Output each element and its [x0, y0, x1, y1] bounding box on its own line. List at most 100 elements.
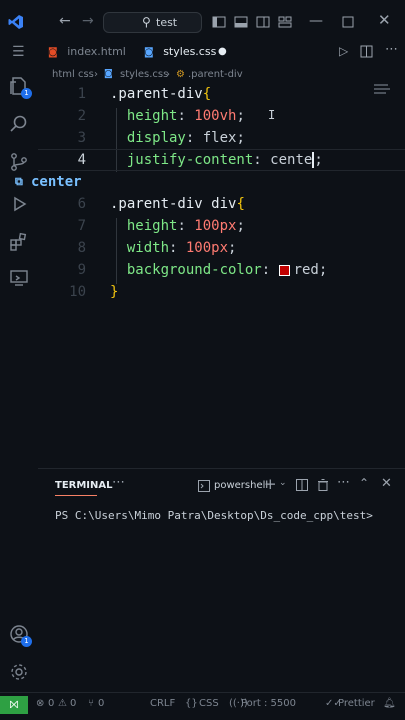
editor-tabs: ◙ index.html ◙ styles.css ● ▷ ⋯ [38, 38, 405, 65]
toggle-sidebar-icon[interactable] [212, 15, 226, 29]
back-arrow-icon[interactable]: ← [59, 14, 71, 28]
html-file-icon: ◙ [48, 47, 58, 58]
chevron-down-icon[interactable]: ⌄ [279, 478, 287, 488]
vscode-logo-icon [8, 15, 23, 29]
code-line-2: height: 100vh; [126, 108, 245, 124]
errors-icon[interactable]: ⊗ [36, 698, 44, 709]
tab-styles-css[interactable]: ◙ styles.css ● [144, 38, 264, 65]
terminal-prompt[interactable]: PS C:\Users\Mimo Patra\Desktop\Ds_code_c… [55, 509, 373, 522]
live-server-port[interactable]: Port : 5500 [241, 698, 296, 709]
toggle-secondary-sidebar-icon[interactable] [256, 15, 270, 29]
chevron-right-icon: › [94, 69, 98, 80]
minimap[interactable] [374, 84, 394, 94]
braces-icon[interactable]: {} [185, 698, 198, 709]
run-debug-icon[interactable] [9, 194, 29, 214]
customize-layout-icon[interactable] [278, 15, 292, 29]
more-icon[interactable]: ⋯ [112, 475, 125, 490]
line-number: 4 [77, 152, 86, 168]
css-file-icon: ◙ [144, 47, 154, 58]
search-icon: ⚲ [142, 15, 151, 29]
code-line-9: background-color: red; [126, 262, 328, 278]
line-number: 8 [77, 240, 86, 256]
run-icon[interactable]: ▷ [339, 44, 348, 58]
open-brace: { [236, 196, 245, 212]
code-line-7: height: 100px; [126, 218, 245, 234]
autocomplete-suggestion[interactable]: ⧉ center [0, 172, 390, 194]
source-control-icon[interactable] [9, 152, 29, 172]
remote-indicator-icon[interactable]: ⨝ [0, 696, 28, 714]
warning-icon[interactable]: ⚠ [58, 698, 67, 709]
line-number: 9 [77, 262, 86, 278]
info-count[interactable]: 0 [98, 698, 104, 709]
symbol-class-icon: ⚙ [176, 69, 185, 80]
line-number: 1 [77, 86, 86, 102]
toggle-panel-icon[interactable] [234, 15, 248, 29]
close-window-icon[interactable]: ✕ [378, 13, 391, 28]
notifications-bell-icon[interactable]: 🔔︎ [383, 698, 396, 709]
value-symbol-icon: ⧉ [15, 175, 23, 188]
trash-icon[interactable] [317, 479, 329, 491]
terminal-shell-label[interactable]: powershell [214, 480, 268, 491]
search-text: test [156, 16, 178, 29]
breadcrumb: html css › ◙ styles.css › ⚙ .parent-div [38, 66, 405, 84]
css-property: height [126, 108, 178, 124]
remote-explorer-icon[interactable] [9, 268, 29, 288]
line-number: 6 [77, 196, 86, 212]
code-line-10: } [110, 284, 118, 300]
minimize-icon[interactable]: — [309, 14, 323, 28]
accounts-badge: 1 [21, 636, 32, 647]
css-value: flex [202, 130, 237, 146]
maximize-icon[interactable] [342, 16, 354, 28]
css-property: width [126, 240, 170, 256]
css-value: 100px [194, 218, 237, 234]
line-number: 2 [77, 108, 86, 124]
split-terminal-icon[interactable] [296, 479, 308, 491]
eol-indicator[interactable]: CRLF [150, 698, 175, 709]
new-terminal-icon[interactable]: + [264, 475, 277, 493]
code-line-1: .parent-div{ [110, 86, 211, 102]
line-number: 3 [77, 130, 86, 146]
text-ibeam-cursor-icon: I [268, 108, 276, 122]
code-line-8: width: 100px; [126, 240, 237, 256]
code-line-6: .parent-div div{ [110, 196, 245, 212]
code-line-3: display: flex; [126, 130, 245, 146]
line-number: 7 [77, 218, 86, 234]
activity-bar: ☰ 1 1 [0, 44, 38, 692]
menu-icon[interactable]: ☰ [12, 44, 25, 60]
css-value: cente [270, 152, 313, 168]
prettier-status[interactable]: Prettier [338, 698, 375, 709]
more-actions-icon[interactable]: ⋯ [385, 42, 398, 57]
css-file-icon: ◙ [104, 69, 113, 79]
css-selector: .parent-div div [110, 196, 237, 212]
search-icon[interactable] [9, 114, 29, 134]
command-center-search[interactable]: ⚲ test [103, 12, 202, 33]
warning-count[interactable]: 0 [70, 698, 76, 709]
tab-label: index.html [67, 45, 126, 58]
error-count[interactable]: 0 [48, 698, 54, 709]
settings-gear-icon[interactable] [9, 662, 29, 682]
tab-label: styles.css [163, 45, 217, 58]
css-value: 100vh [194, 108, 237, 124]
extensions-icon[interactable] [9, 232, 29, 252]
breadcrumb-symbol[interactable]: .parent-div [188, 69, 243, 80]
more-actions-icon[interactable]: ⋯ [337, 475, 350, 490]
ports-icon[interactable]: ⑂ [88, 698, 94, 709]
status-bar: ⨝ ⊗ 0 ⚠ 0 ⑂ 0 CRLF {} CSS ((·)) Port : 5… [0, 692, 405, 720]
code-line-4: justify-content: cente; [126, 152, 323, 168]
maximize-panel-icon[interactable]: ⌃ [359, 476, 369, 490]
split-editor-icon[interactable] [360, 45, 373, 58]
chevron-right-icon: › [166, 69, 170, 80]
breadcrumb-file[interactable]: styles.css [120, 69, 168, 80]
language-mode[interactable]: CSS [199, 698, 219, 709]
unsaved-dot-icon[interactable]: ● [218, 38, 227, 65]
color-swatch[interactable] [278, 264, 290, 276]
css-property: height [126, 218, 178, 234]
css-property: background-color [126, 262, 262, 278]
tab-terminal[interactable]: TERMINAL [55, 480, 113, 491]
forward-arrow-icon[interactable]: → [82, 14, 94, 28]
close-panel-icon[interactable]: ✕ [381, 476, 392, 491]
breadcrumb-folder[interactable]: html css [52, 69, 94, 80]
code-editor[interactable]: 1 2 3 4 6 7 8 9 10 .parent-div{ height: … [38, 84, 405, 464]
explorer-badge: 1 [21, 88, 32, 99]
terminal-shell-icon [198, 480, 210, 492]
